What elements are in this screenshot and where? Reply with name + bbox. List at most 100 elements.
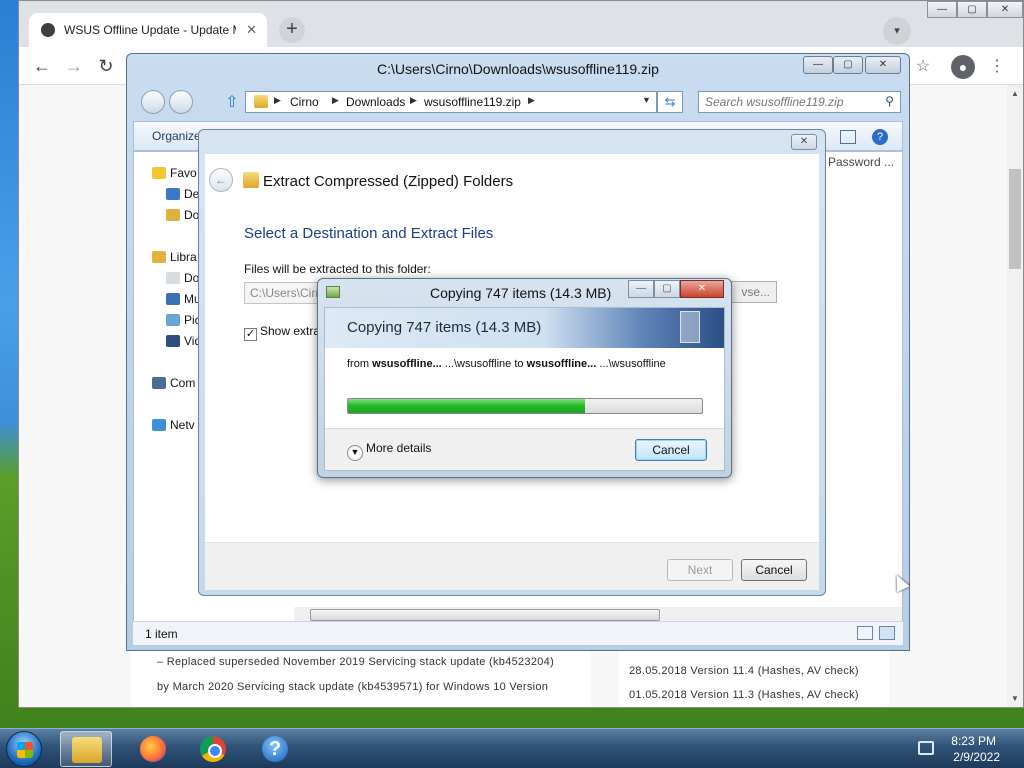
nav-label: Netv (170, 418, 195, 432)
forward-arrow-icon[interactable]: → (63, 55, 85, 77)
breadcrumb-downloads[interactable]: Downloads (346, 95, 405, 109)
wizard-cancel-button[interactable]: Cancel (741, 559, 807, 581)
help-icon: ? (262, 736, 288, 762)
details-view-icon[interactable] (857, 626, 873, 640)
breadcrumb-chevron-icon: ▶ (410, 95, 417, 105)
search-icon[interactable]: ⚲ (885, 94, 894, 108)
checkbox-checked-icon[interactable]: ✓ (244, 328, 257, 341)
to-word: to (514, 358, 524, 370)
wizard-back-button[interactable]: ← (209, 168, 233, 192)
profile-avatar-icon[interactable]: ● (951, 55, 975, 79)
explorer-minimize-button[interactable]: — (803, 56, 833, 74)
taskbar-firefox-button[interactable] (126, 731, 178, 767)
new-tab-button[interactable]: + (279, 17, 305, 43)
explorer-title: C:\Users\Cirno\Downloads\wsusoffline119.… (377, 61, 659, 77)
copy-progress-bar (347, 398, 703, 414)
nav-downloads[interactable]: Do (166, 208, 199, 222)
from-word: from (347, 358, 369, 370)
tab-strip: WSUS Offline Update - Update M ✕ + ▾ — ▢… (19, 1, 1023, 47)
copy-cancel-button[interactable]: Cancel (635, 439, 707, 461)
browser-close-button[interactable]: ✕ (987, 1, 1023, 18)
video-icon (166, 335, 180, 347)
network-status-icon[interactable] (918, 741, 934, 755)
tab-search-icon[interactable]: ▾ (883, 17, 911, 45)
source-path: ...\wsusoffline (444, 358, 512, 370)
h-scroll-thumb[interactable] (310, 609, 660, 621)
nav-videos[interactable]: Vid (166, 334, 201, 348)
copy-footer: ▼ More details Cancel (325, 428, 724, 470)
document-art-icon (680, 311, 700, 343)
page-scrollbar[interactable]: ▲ ▼ (1007, 85, 1023, 707)
explorer-forward-button[interactable] (169, 90, 193, 114)
breadcrumb-zip[interactable]: wsusoffline119.zip (424, 95, 521, 109)
browser-minimize-button[interactable]: — (927, 1, 957, 18)
nav-desktop[interactable]: De (166, 187, 199, 201)
address-bar[interactable]: ▶ Cirno ▶ Downloads ▶ wsusoffline119.zip… (245, 91, 657, 113)
nav-documents[interactable]: Do (166, 271, 199, 285)
item-count: 1 item (145, 627, 178, 641)
checkbox-label: Show extra (260, 324, 321, 338)
large-icons-view-icon[interactable] (879, 626, 895, 640)
copy-progress-dialog: Copying 747 items (14.3 MB) — ▢ ✕ Copyin… (317, 278, 732, 478)
copy-minimize-button[interactable]: — (628, 280, 654, 298)
progress-fill (348, 399, 586, 413)
copy-header-text: Copying 747 items (14.3 MB) (347, 319, 542, 336)
scroll-down-icon[interactable]: ▼ (1011, 694, 1019, 703)
back-arrow-icon[interactable]: ← (31, 55, 53, 77)
copy-maximize-button[interactable]: ▢ (654, 280, 680, 298)
dest-path: ...\wsusoffline (599, 358, 666, 370)
help-icon[interactable]: ? (872, 129, 888, 145)
taskbar-help-button[interactable]: ? (248, 731, 300, 767)
tab-close-icon[interactable]: ✕ (246, 22, 257, 38)
nav-music[interactable]: Mu (166, 292, 201, 306)
up-arrow-icon[interactable]: ⇧ (223, 92, 241, 112)
preview-pane-icon[interactable] (840, 130, 856, 144)
chevron-down-icon[interactable]: ▼ (347, 445, 363, 461)
address-dropdown-icon[interactable]: ▼ (642, 95, 651, 105)
nav-computer[interactable]: Com (152, 376, 195, 390)
nav-pictures[interactable]: Pic (166, 313, 201, 327)
copy-source-dest: from wsusoffline... ...\wsusoffline to w… (347, 358, 666, 370)
chrome-icon (200, 736, 226, 762)
nav-libraries[interactable]: Libra (152, 250, 197, 264)
desktop-icon (166, 188, 180, 200)
browser-maximize-button[interactable]: ▢ (957, 1, 987, 18)
folder-icon (166, 209, 180, 221)
show-extracted-checkbox[interactable]: ✓ Show extra (244, 324, 320, 341)
windows-logo-icon (17, 742, 33, 758)
organize-menu[interactable]: Organize (152, 129, 201, 143)
nav-favorites[interactable]: Favo (152, 166, 197, 180)
explorer-maximize-button[interactable]: ▢ (833, 56, 863, 74)
clock-date[interactable]: 2/9/2022 (953, 750, 1000, 764)
password-column-header[interactable]: Password ... (828, 155, 894, 169)
explorer-back-button[interactable] (141, 90, 165, 114)
refresh-icon[interactable]: ⇆ (657, 91, 683, 113)
source-name[interactable]: wsusoffline... (372, 358, 442, 370)
explorer-search[interactable]: ⚲ (698, 91, 901, 113)
taskbar-chrome-button[interactable] (186, 731, 238, 767)
menu-kebab-icon[interactable]: ⋮ (985, 55, 1009, 79)
folder-icon (72, 737, 102, 763)
nav-network[interactable]: Netv (152, 418, 195, 432)
reload-icon[interactable]: ↻ (95, 55, 117, 77)
destination-label: Files will be extracted to this folder: (244, 262, 431, 276)
more-details-toggle[interactable]: ▼ More details (347, 441, 431, 461)
start-button[interactable] (6, 731, 42, 767)
search-input[interactable] (699, 92, 869, 112)
breadcrumb-cirno[interactable]: Cirno (290, 95, 319, 109)
browser-tab[interactable]: WSUS Offline Update - Update M ✕ (29, 13, 267, 47)
star-icon[interactable]: ☆ (911, 55, 935, 79)
clock-time[interactable]: 8:23 PM (951, 734, 996, 748)
nav-label: Libra (170, 250, 197, 264)
scroll-thumb[interactable] (1009, 169, 1021, 269)
copy-close-button[interactable]: ✕ (680, 280, 724, 298)
changelog-line: – Replaced superseded November 2019 Serv… (157, 656, 555, 668)
wizard-close-button[interactable]: ✕ (791, 134, 817, 150)
next-button[interactable]: Next (667, 559, 733, 581)
explorer-close-button[interactable]: ✕ (865, 56, 901, 74)
dest-name[interactable]: wsusoffline... (527, 358, 597, 370)
taskbar-explorer-button[interactable] (60, 731, 112, 767)
system-tray: 8:23 PM 2/9/2022 (912, 729, 1024, 768)
firefox-icon (140, 736, 166, 762)
scroll-up-icon[interactable]: ▲ (1011, 89, 1019, 98)
